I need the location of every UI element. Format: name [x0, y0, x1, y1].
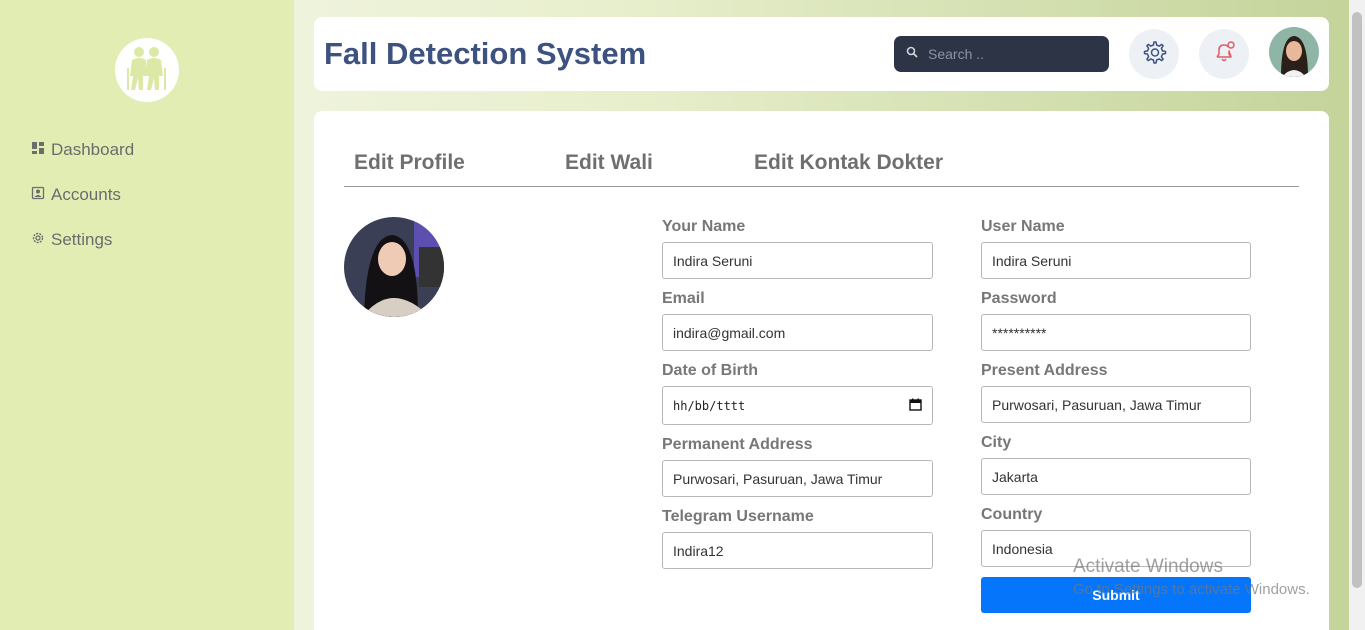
profile-photo[interactable]: [344, 217, 444, 317]
account-icon: [31, 185, 45, 205]
search-icon: [906, 45, 918, 63]
user-name-field[interactable]: [981, 242, 1251, 279]
sidebar: Dashboard Accounts Settings: [0, 0, 294, 630]
profile-panel: Edit Profile Edit Wali Edit Kontak Dokte…: [314, 111, 1329, 630]
sidebar-item-label: Accounts: [51, 185, 121, 204]
present-address-field[interactable]: [981, 386, 1251, 423]
settings-icon: [1141, 39, 1167, 70]
dob-field[interactable]: hh/bb/tttt: [662, 386, 933, 425]
sidebar-item-label: Settings: [51, 230, 113, 249]
permanent-address-field[interactable]: [662, 460, 933, 497]
search-bar[interactable]: [894, 36, 1109, 72]
elderly-couple-logo: [115, 38, 179, 102]
submit-button[interactable]: Submit: [981, 577, 1251, 613]
settings-button[interactable]: [1129, 29, 1179, 79]
your-name-label: Your Name: [662, 218, 746, 235]
email-label: Email: [662, 290, 705, 307]
dashboard-icon: [31, 140, 45, 160]
tab-bar: Edit Profile Edit Wali Edit Kontak Dokte…: [344, 151, 1299, 187]
telegram-username-label: Telegram Username: [662, 508, 814, 525]
dob-placeholder: hh/bb/tttt: [673, 398, 746, 413]
sidebar-item-settings[interactable]: Settings: [31, 230, 112, 250]
sidebar-item-accounts[interactable]: Accounts: [31, 185, 121, 205]
country-field[interactable]: [981, 530, 1251, 567]
gear-icon: [31, 230, 45, 250]
password-field[interactable]: [981, 314, 1251, 351]
telegram-username-field[interactable]: [662, 532, 933, 569]
password-label: Password: [981, 290, 1057, 307]
city-label: City: [981, 434, 1012, 451]
notifications-button[interactable]: [1199, 29, 1249, 79]
sidebar-item-label: Dashboard: [51, 140, 135, 159]
calendar-icon[interactable]: [909, 398, 922, 414]
present-address-label: Present Address: [981, 362, 1108, 379]
dob-label: Date of Birth: [662, 362, 758, 379]
header: Fall Detection System: [314, 17, 1329, 91]
email-field[interactable]: [662, 314, 933, 351]
search-input[interactable]: [928, 46, 1088, 62]
sidebar-item-dashboard[interactable]: Dashboard: [31, 140, 134, 160]
user-avatar[interactable]: [1269, 27, 1319, 77]
tab-edit-wali[interactable]: Edit Wali: [565, 151, 653, 175]
city-field[interactable]: [981, 458, 1251, 495]
bell-icon: [1211, 39, 1237, 70]
vertical-scrollbar[interactable]: [1349, 0, 1365, 630]
your-name-field[interactable]: [662, 242, 933, 279]
tab-edit-kontak-dokter[interactable]: Edit Kontak Dokter: [754, 151, 943, 175]
permanent-address-label: Permanent Address: [662, 436, 813, 453]
scrollbar-thumb[interactable]: [1352, 12, 1362, 588]
user-name-label: User Name: [981, 218, 1065, 235]
tab-edit-profile[interactable]: Edit Profile: [354, 151, 465, 175]
page-title: Fall Detection System: [324, 36, 647, 71]
country-label: Country: [981, 506, 1043, 523]
